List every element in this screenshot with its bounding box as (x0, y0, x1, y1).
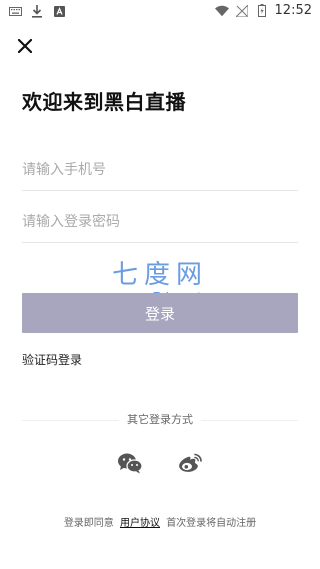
agreement-text: 登录即同意 用户协议 首次登录将自动注册 (0, 514, 320, 529)
page-title: 欢迎来到黑白直播 (22, 90, 186, 114)
no-signal-icon (235, 4, 249, 18)
weibo-login-button[interactable] (176, 451, 204, 479)
status-bar-right: 12:52 (214, 3, 312, 18)
status-time: 12:52 (274, 3, 312, 18)
sms-login-link[interactable]: 验证码登录 (22, 351, 82, 368)
login-button[interactable]: 登录 (22, 293, 298, 333)
other-methods-divider: 其它登录方式 (22, 411, 298, 429)
phone-field-wrapper (22, 150, 298, 191)
agreement-suffix: 首次登录将自动注册 (166, 518, 257, 529)
text-icon (52, 4, 66, 18)
download-icon (30, 4, 44, 18)
password-input[interactable] (22, 202, 298, 242)
close-icon (17, 38, 33, 57)
other-methods-label: 其它登录方式 (119, 411, 201, 427)
wifi-icon (214, 4, 229, 18)
keyboard-icon (8, 4, 22, 18)
battery-charging-icon (255, 4, 269, 18)
close-button[interactable] (14, 36, 36, 58)
wechat-login-button[interactable] (116, 451, 144, 479)
wechat-icon (117, 452, 143, 478)
phone-input[interactable] (22, 150, 298, 190)
password-field-wrapper (22, 202, 298, 243)
status-bar-left (8, 4, 66, 18)
watermark-main: 七度网 (111, 260, 208, 290)
weibo-icon (177, 452, 203, 478)
user-agreement-link[interactable]: 用户协议 (120, 518, 160, 529)
status-bar: 12:52 (0, 0, 320, 24)
agreement-prefix: 登录即同意 (63, 518, 114, 529)
